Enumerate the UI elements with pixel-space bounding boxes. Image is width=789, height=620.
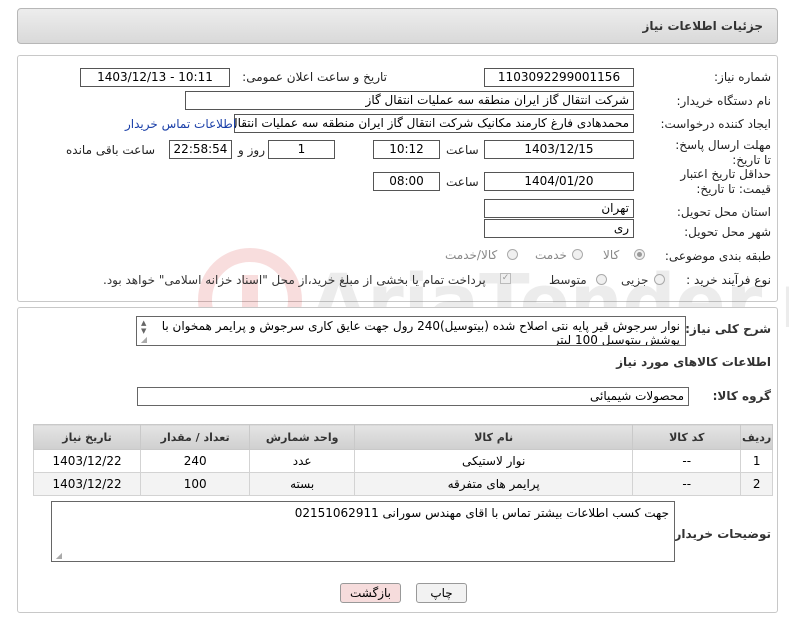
category-label: طبقه بندی موضوعی: (664, 249, 771, 263)
process-minor-label: جزیی (621, 273, 649, 287)
goods-table-header: ردیف کد کالا نام کالا واحد شمارش تعداد /… (32, 424, 773, 450)
table-row: 1 -- نوار لاستیکی عدد 240 1403/12/22 (32, 449, 773, 473)
col-code: کد کالا (632, 424, 742, 450)
buyer-notes-label: توضیحات خریدار: (669, 527, 771, 541)
buyer-contact-link[interactable]: اطلاعات تماس خریدار (125, 117, 236, 131)
cell-date: 1403/12/22 (32, 449, 142, 473)
goods-section-title: اطلاعات کالاهای مورد نیاز (616, 355, 771, 369)
col-date: تاریخ نیاز (32, 424, 142, 450)
process-medium-label: متوسط (549, 273, 587, 287)
deadline-time-label: ساعت (446, 143, 479, 157)
cell-row: 2 (740, 472, 773, 496)
category-goods-radio[interactable] (634, 249, 645, 260)
back-button[interactable]: بازگشت (340, 583, 401, 603)
countdown-field: 22:58:54 (169, 140, 232, 159)
creator-field: محمدهادی فارغ کارمند مکانیک شرکت انتقال … (234, 114, 634, 133)
col-row: ردیف (740, 424, 773, 450)
cell-date: 1403/12/22 (32, 472, 142, 496)
process-label: نوع فرآیند خرید : (686, 273, 771, 287)
page-header: جزئیات اطلاعات نیاز (17, 8, 778, 44)
col-qty: تعداد / مقدار (140, 424, 251, 450)
category-goods-label: کالا (603, 248, 620, 262)
summary-text: نوار سرجوش قیر پایه نتی اصلاح شده (بیتوس… (161, 319, 680, 346)
buyer-org-label: نام دستگاه خریدار: (676, 94, 772, 108)
cell-unit: عدد (249, 449, 356, 473)
payment-note: پرداخت تمام یا بخشی از مبلغ خرید،از محل … (103, 273, 486, 287)
announce-datetime-field: 1403/12/13 - 10:11 (80, 68, 230, 87)
scroll-arrows-icon[interactable]: ▲ ▼ (141, 319, 146, 335)
category-service-label: خدمت (535, 248, 567, 262)
print-button[interactable]: چاپ (416, 583, 467, 603)
col-name: نام کالا (354, 424, 634, 450)
validity-date-field: 1404/01/20 (484, 172, 634, 191)
buyer-notes-text: جهت کسب اطلاعات بیشتر تماس با اقای مهندس… (294, 506, 669, 520)
cell-row: 1 (740, 449, 773, 473)
category-both-radio[interactable] (507, 249, 518, 260)
cell-qty: 100 (140, 472, 251, 496)
payment-checkbox[interactable]: ✓ (500, 273, 511, 284)
validity-label: حداقل تاریخ اعتبار قیمت: تا تاریخ: (680, 167, 771, 196)
buyer-notes-textarea[interactable]: جهت کسب اطلاعات بیشتر تماس با اقای مهندس… (51, 501, 675, 562)
creator-label: ایجاد کننده درخواست: (660, 117, 771, 131)
category-service-radio[interactable] (572, 249, 583, 260)
cell-name: پرایمر های متفرقه (354, 472, 634, 496)
col-unit: واحد شمارش (249, 424, 356, 450)
deadline-label: مهلت ارسال پاسخ: تا تاریخ: (675, 138, 771, 167)
cell-name: نوار لاستیکی (354, 449, 634, 473)
goods-group-field: محصولات شیمیائی (137, 387, 689, 406)
category-both-label: کالا/خدمت (445, 248, 498, 262)
table-row: 2 -- پرایمر های متفرقه بسته 100 1403/12/… (32, 472, 773, 496)
validity-time-label: ساعت (446, 175, 479, 189)
summary-textarea[interactable]: نوار سرجوش قیر پایه نتی اصلاح شده (بیتوس… (136, 316, 686, 346)
remaining-label: ساعت باقی مانده (66, 143, 156, 157)
buyer-org-field: شرکت انتقال گاز ایران منطقه سه عملیات ان… (185, 91, 634, 110)
need-number-label: شماره نیاز: (714, 70, 771, 84)
cell-code: -- (632, 449, 742, 473)
cell-qty: 240 (140, 449, 251, 473)
resize-grip-icon[interactable]: ◢ (139, 336, 147, 344)
deadline-time-field: 10:12 (373, 140, 440, 159)
cell-unit: بسته (249, 472, 356, 496)
need-number-field: 1103092299001156 (484, 68, 634, 87)
province-field: تهران (484, 199, 634, 218)
process-minor-radio[interactable] (654, 274, 665, 285)
page-title: جزئیات اطلاعات نیاز (642, 19, 763, 33)
goods-table: ردیف کد کالا نام کالا واحد شمارش تعداد /… (32, 424, 773, 496)
validity-time-field: 08:00 (373, 172, 440, 191)
resize-grip-icon[interactable]: ◢ (54, 552, 62, 560)
city-label: شهر محل تحویل: (684, 225, 771, 239)
days-field: 1 (268, 140, 335, 159)
province-label: استان محل تحویل: (676, 205, 771, 219)
deadline-date-field: 1403/12/15 (484, 140, 634, 159)
announce-label: تاریخ و ساعت اعلان عمومی: (242, 70, 387, 84)
cell-code: -- (632, 472, 742, 496)
summary-label: شرح کلی نیاز: (685, 322, 771, 336)
city-field: ری (484, 219, 634, 238)
process-medium-radio[interactable] (596, 274, 607, 285)
goods-group-label: گروه کالا: (712, 389, 771, 403)
days-label: روز و (238, 143, 265, 157)
